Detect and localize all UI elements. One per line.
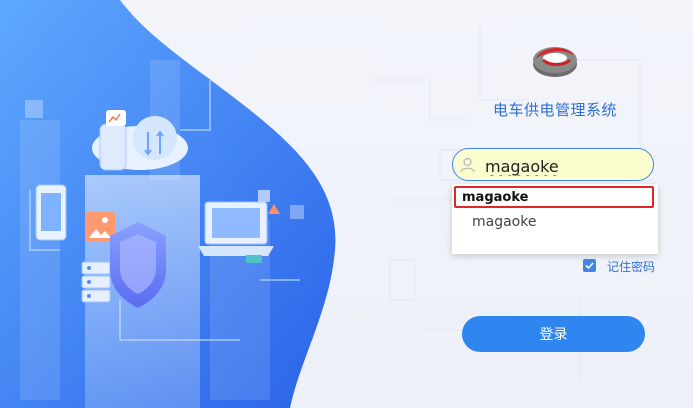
autocomplete-highlighted-item[interactable]: magaoke (454, 186, 654, 208)
train-logo-icon (533, 47, 577, 77)
user-icon (460, 157, 475, 173)
system-title: 电车供电管理系统 (492, 101, 617, 119)
autocomplete-suggestion[interactable]: magaoke (472, 214, 536, 230)
login-page: 电车供电管理系统 magaoke magaoke 记住密码 登录 (0, 0, 693, 408)
username-field[interactable] (452, 148, 654, 181)
check-icon (585, 262, 594, 270)
remember-checkbox[interactable] (583, 259, 596, 272)
remember-label: 记住密码 (607, 260, 656, 274)
username-input[interactable] (483, 153, 647, 179)
autocomplete-dropdown: magaoke magaoke (452, 184, 658, 254)
login-button[interactable]: 登录 (462, 316, 645, 352)
